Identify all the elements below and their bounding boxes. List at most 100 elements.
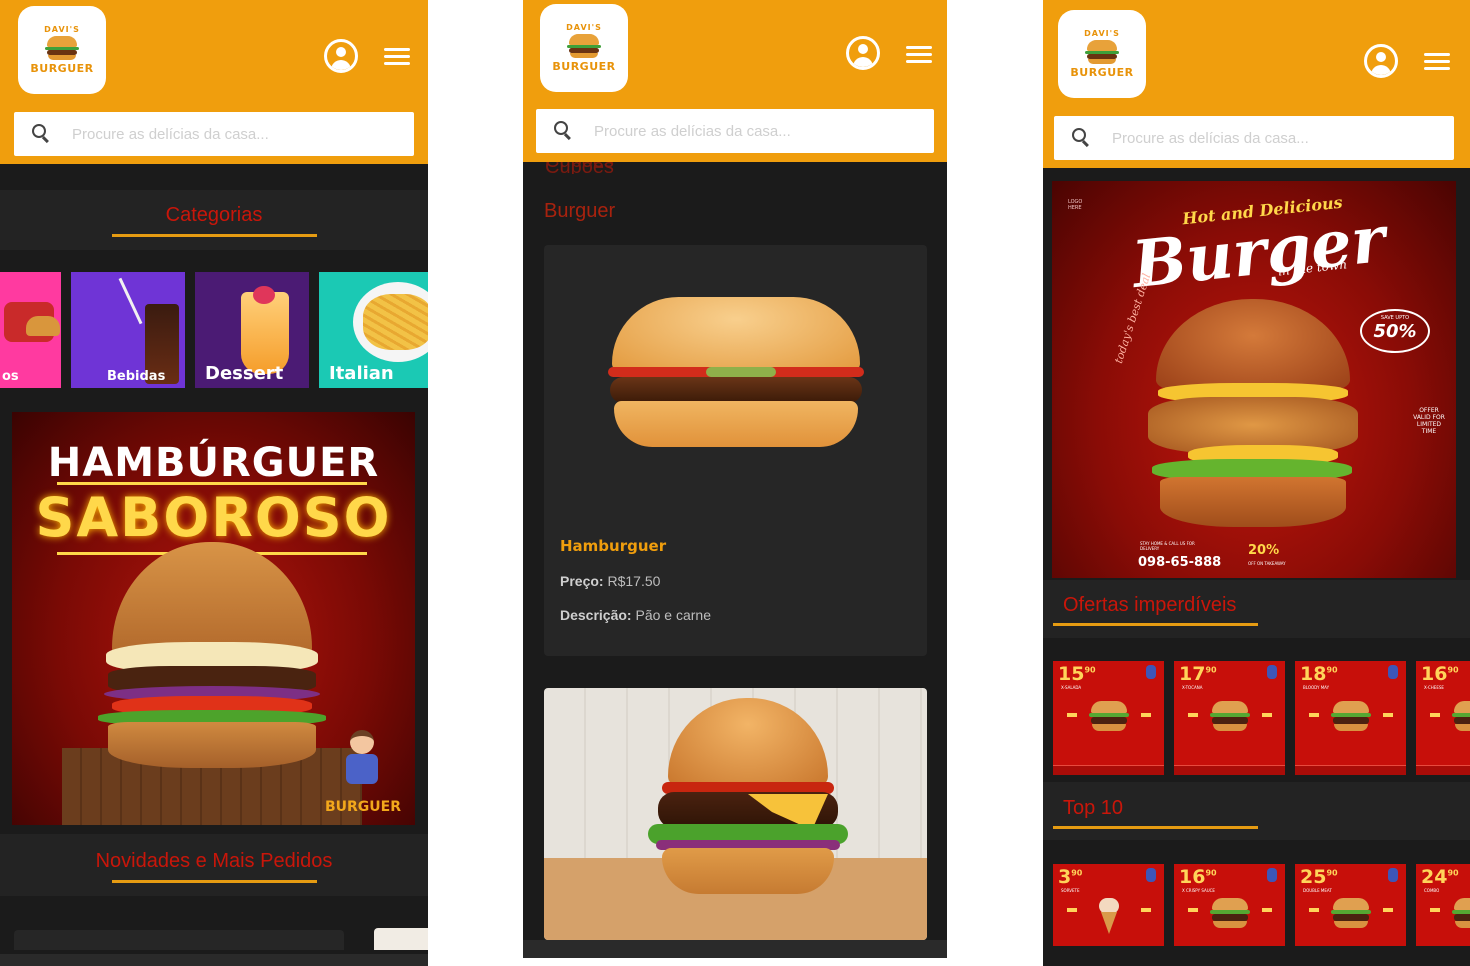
category-label: Bebidas: [107, 369, 166, 384]
offer-price-value: 25: [1300, 866, 1327, 888]
promo-banner[interactable]: LOGO HERE Hot and Delicious Burger in th…: [1052, 181, 1456, 578]
product-card-preview[interactable]: [374, 928, 428, 950]
user-circle-icon[interactable]: [324, 39, 358, 73]
bottom-scrollbar[interactable]: [523, 940, 947, 958]
burst-decoration: [1067, 908, 1151, 912]
mascot-icon: [1267, 868, 1277, 882]
burst-decoration: [1188, 713, 1272, 717]
category-card-dessert[interactable]: Dessert: [195, 272, 309, 388]
promo-brand-text: BURGUER: [324, 799, 401, 815]
offer-card[interactable]: 1790 X-TOCANA: [1174, 661, 1285, 775]
burger-icon: [1329, 898, 1373, 930]
offer-card[interactable]: 1590 X-SALADA: [1053, 661, 1164, 775]
news-title: Novidades e Mais Pedidos: [95, 850, 333, 872]
offer-card[interactable]: 390 SORVETE: [1053, 864, 1164, 946]
burger-image: [1148, 299, 1358, 539]
brand-logo[interactable]: DAVI'S BURGUER: [1058, 10, 1146, 98]
offer-price-value: 18: [1300, 663, 1327, 685]
offer-item-name: X-SALADA: [1061, 685, 1082, 690]
hamburger-menu-icon[interactable]: [1424, 52, 1450, 72]
offer-price-cents: 90: [1447, 665, 1459, 675]
bottom-scrollbar[interactable]: [0, 954, 428, 966]
offer-price-cents: 90: [1205, 868, 1217, 878]
offer-price-value: 16: [1421, 663, 1448, 685]
offer-price-cents: 90: [1071, 868, 1083, 878]
app-header: DAVI'S BURGUER: [523, 0, 947, 162]
hamburger-menu-icon[interactable]: [906, 45, 932, 65]
price-value: R$17.50: [607, 573, 661, 589]
offer-price-cents: 90: [1326, 665, 1338, 675]
offer-price: 1690: [1421, 663, 1459, 685]
offer-card[interactable]: 2590 DOUBLE MEAT: [1295, 864, 1406, 946]
search-icon[interactable]: [554, 121, 574, 141]
hamburger-menu-icon[interactable]: [384, 47, 410, 67]
burst-decoration: [1309, 908, 1393, 912]
offer-note: OFFER VALID FOR LIMITED TIME: [1413, 407, 1445, 435]
offer-card[interactable]: 1690 X CRISPY SAUCE: [1174, 864, 1285, 946]
product-card-preview[interactable]: [14, 930, 344, 950]
mascot-icon: [1146, 868, 1156, 882]
hamburger-image: [606, 297, 866, 457]
burger-image: [92, 542, 332, 772]
search-bar: [1054, 116, 1454, 160]
offer-card[interactable]: 2490 COMBO: [1416, 864, 1470, 946]
burger-icon: [1208, 898, 1252, 930]
offer-item-name: X CRISPY SAUCE: [1182, 888, 1215, 893]
burst-decoration: [1430, 713, 1470, 717]
category-label: os: [2, 369, 19, 384]
mascot-icon: [1388, 868, 1398, 882]
product-card[interactable]: Hamburguer Preço: R$17.50 Descrição: Pão…: [544, 245, 927, 656]
search-bar: [14, 112, 414, 156]
product-card[interactable]: [544, 688, 927, 940]
logo-burger-icon: [567, 34, 601, 58]
offer-price-value: 16: [1179, 866, 1206, 888]
offer-card[interactable]: 1890 BLOODY MAY: [1295, 661, 1406, 775]
cheeseburger-image: [648, 698, 848, 898]
burger-icon: [1208, 701, 1252, 733]
search-icon[interactable]: [32, 124, 52, 144]
user-circle-icon[interactable]: [846, 36, 880, 70]
burst-decoration: [1309, 713, 1393, 717]
bottom-edge: [523, 958, 947, 966]
burger-icon: [1087, 701, 1131, 733]
search-input[interactable]: [1112, 129, 1454, 147]
categories-title: Categorias: [165, 204, 263, 226]
offer-price: 2590: [1300, 866, 1338, 888]
burger-icon: [1329, 701, 1373, 733]
offer-card[interactable]: 1690 X-CHEESE: [1416, 661, 1470, 775]
logo-top-text: DAVI'S: [44, 25, 80, 34]
promo-divider: [57, 482, 367, 485]
category-card[interactable]: os: [0, 272, 61, 388]
brand-logo[interactable]: DAVI'S BURGUER: [18, 6, 106, 94]
search-icon[interactable]: [1072, 128, 1092, 148]
takeaway-note: OFF ON TAKEAWAY: [1248, 561, 1286, 566]
logo-burger-icon: [45, 36, 79, 60]
categories-underline: [112, 234, 317, 237]
search-input[interactable]: [72, 125, 414, 143]
logo-top-text: DAVI'S: [1084, 29, 1120, 38]
icecream-icon: [1087, 898, 1131, 934]
logo-burger-icon: [1085, 40, 1119, 64]
burger-icon: [1450, 701, 1470, 733]
brand-logo[interactable]: DAVI'S BURGUER: [540, 4, 628, 92]
category-card-italian[interactable]: Italian: [319, 272, 428, 388]
promo-title-line1: HAMBÚRGUER: [47, 440, 380, 486]
description-value: Pão e carne: [635, 607, 711, 623]
offer-price: 1590: [1058, 663, 1096, 685]
news-underline: [112, 880, 317, 883]
burst-decoration: [1188, 908, 1272, 912]
card-footer-strip: [1295, 765, 1406, 775]
logo-top-text: DAVI'S: [566, 23, 602, 32]
screen-menu: Cupões DAVI'S BURGUER Cupões Burguer Ham…: [523, 0, 947, 966]
screen-home: DAVI'S BURGUER Categorias os Bebidas Des…: [0, 0, 428, 966]
offer-price-value: 24: [1421, 866, 1448, 888]
price-label: Preço:: [560, 573, 604, 589]
promo-banner[interactable]: HAMBÚRGUER SABOROSO BURGUER: [12, 412, 415, 825]
offers-underline: [1053, 623, 1258, 626]
user-circle-icon[interactable]: [1364, 44, 1398, 78]
category-card-bebidas[interactable]: Bebidas: [71, 272, 185, 388]
mascot-icon: [1388, 665, 1398, 679]
search-input[interactable]: [594, 122, 934, 140]
offer-price-value: 17: [1179, 663, 1206, 685]
offer-price-cents: 90: [1084, 665, 1096, 675]
